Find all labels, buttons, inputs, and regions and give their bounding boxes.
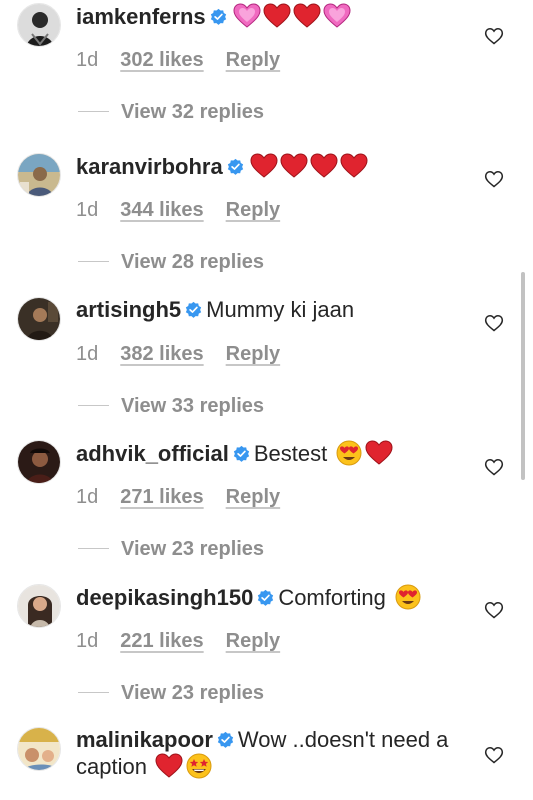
like-heart-icon[interactable] <box>484 169 504 189</box>
verified-badge-icon <box>185 301 202 318</box>
username-link[interactable]: artisingh5 <box>76 297 181 322</box>
likes-count-link[interactable]: 344 likes <box>120 198 203 222</box>
username-link[interactable]: iamkenferns <box>76 4 206 29</box>
verified-badge-icon <box>217 731 234 748</box>
replies-divider <box>78 261 109 262</box>
red-heart-icon <box>310 153 338 178</box>
likes-count-link[interactable]: 382 likes <box>120 342 203 366</box>
red-heart-icon <box>365 440 393 465</box>
red-heart-icon <box>155 753 183 778</box>
comment-time: 1d <box>76 486 99 508</box>
like-heart-icon[interactable] <box>484 26 504 46</box>
comment-time: 1d <box>76 343 99 365</box>
pink-heart-icon <box>323 3 351 28</box>
like-heart-icon[interactable] <box>484 745 504 765</box>
view-replies-button[interactable]: View 28 replies <box>78 250 264 274</box>
view-replies-button[interactable]: View 33 replies <box>78 394 264 418</box>
replies-divider <box>78 405 109 406</box>
comment-text: Comforting <box>278 585 386 610</box>
comment-text: Mummy ki jaan <box>206 297 355 322</box>
likes-count-link[interactable]: 221 likes <box>120 629 203 653</box>
comment-time: 1d <box>76 630 99 652</box>
view-replies-button[interactable]: View 32 replies <box>78 100 264 124</box>
reply-button[interactable]: Reply <box>226 198 280 222</box>
red-heart-icon <box>293 3 321 28</box>
verified-badge-icon <box>210 8 226 25</box>
replies-divider <box>78 692 109 693</box>
avatar[interactable] <box>17 3 61 47</box>
red-heart-icon <box>340 153 368 178</box>
like-heart-icon[interactable] <box>484 600 504 620</box>
red-heart-icon <box>263 3 291 28</box>
username-link[interactable]: karanvirbohra <box>76 154 223 179</box>
avatar[interactable] <box>17 584 61 628</box>
avatar[interactable] <box>17 440 61 484</box>
comment-time: 1d <box>76 199 99 221</box>
heart-eyes-icon <box>395 584 421 610</box>
replies-divider <box>78 548 109 549</box>
comment-text: Bestest <box>253 441 328 466</box>
red-heart-icon <box>280 153 308 178</box>
verified-badge-icon <box>233 445 249 462</box>
likes-count-link[interactable]: 302 likes <box>120 48 203 72</box>
comment-time: 1d <box>76 49 99 71</box>
avatar[interactable] <box>17 727 61 771</box>
view-replies-button[interactable]: View 23 replies <box>78 537 264 561</box>
view-replies-button[interactable]: View 23 replies <box>78 681 264 705</box>
like-heart-icon[interactable] <box>484 457 504 477</box>
like-heart-icon[interactable] <box>484 313 504 333</box>
scrollbar[interactable] <box>521 272 525 480</box>
heart-eyes-icon <box>336 440 362 466</box>
username-link[interactable]: deepikasingh150 <box>76 585 253 610</box>
verified-badge-icon <box>227 158 243 175</box>
star-struck-icon <box>186 753 212 779</box>
reply-button[interactable]: Reply <box>226 342 280 366</box>
red-heart-icon <box>250 153 278 178</box>
username-link[interactable]: adhvik_official <box>76 441 229 466</box>
verified-badge-icon <box>258 589 274 606</box>
username-link[interactable]: malinikapoor <box>76 727 213 752</box>
avatar[interactable] <box>17 297 61 341</box>
reply-button[interactable]: Reply <box>226 485 280 509</box>
reply-button[interactable]: Reply <box>226 48 280 72</box>
reply-button[interactable]: Reply <box>226 629 280 653</box>
pink-heart-icon <box>233 3 261 28</box>
comment-list: iamkenferns 1d 302 likes Reply View 32 rep… <box>0 0 533 800</box>
avatar[interactable] <box>17 153 61 197</box>
replies-divider <box>78 111 109 112</box>
likes-count-link[interactable]: 271 likes <box>120 485 203 509</box>
